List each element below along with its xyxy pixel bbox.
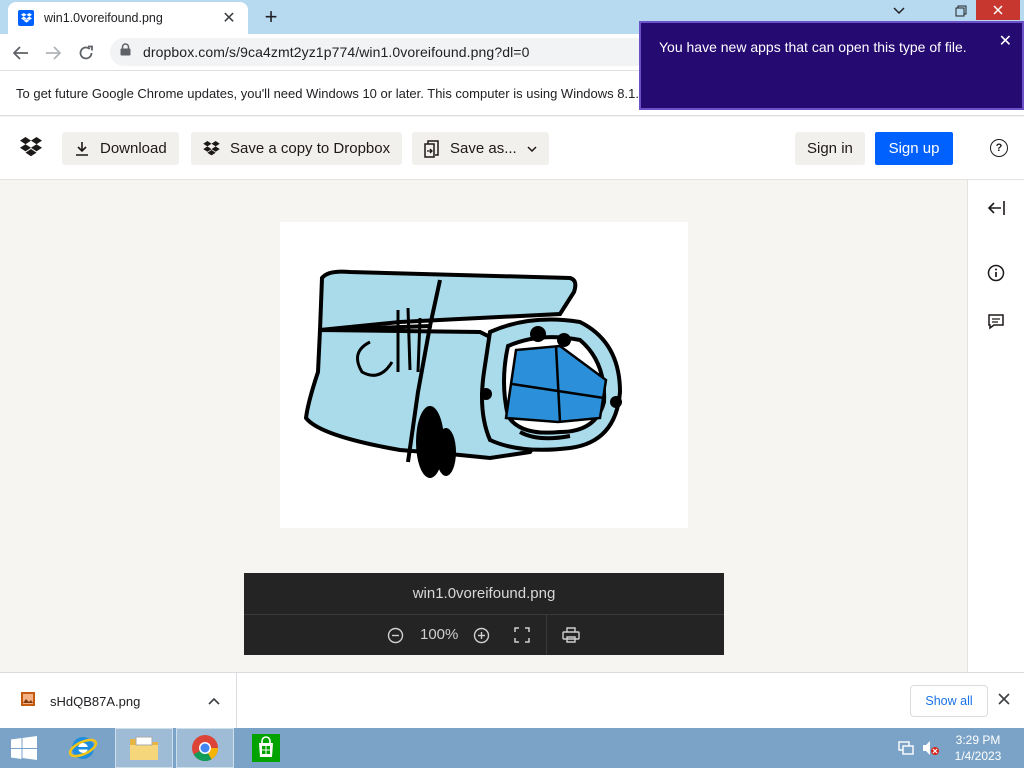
url-text[interactable]: dropbox.com/s/9ca4zmt2yz1p774/win1.0vore…: [143, 44, 529, 60]
right-rail: [967, 180, 1024, 672]
controls-divider: [546, 615, 547, 655]
windows-logo-icon: [11, 736, 37, 760]
dropbox-favicon-icon: [18, 10, 34, 26]
save-as-dropdown[interactable]: Save as...: [412, 132, 549, 165]
file-name: win1.0voreifound.png: [244, 573, 724, 615]
dropbox-header: Download Save a copy to Dropbox Save as.…: [0, 117, 1024, 180]
address-bar[interactable]: dropbox.com/s/9ca4zmt2yz1p774/win1.0vore…: [110, 38, 650, 66]
chevron-up-icon[interactable]: [208, 692, 220, 710]
save-copy-button[interactable]: Save a copy to Dropbox: [191, 132, 403, 165]
zoom-in-icon[interactable]: [473, 627, 490, 649]
clock-date: 1/4/2023: [954, 749, 1002, 763]
chevron-down-icon[interactable]: [884, 0, 914, 22]
file-info-bar: win1.0voreifound.png 100%: [244, 573, 724, 655]
show-all-label: Show all: [925, 694, 973, 708]
sign-in-button[interactable]: Sign in: [795, 132, 865, 165]
reload-icon[interactable]: [73, 40, 99, 66]
restore-window-icon[interactable]: [946, 0, 976, 22]
chevron-down-icon: [527, 145, 537, 152]
file-explorer-icon[interactable]: [115, 728, 173, 768]
zoom-level: 100%: [420, 626, 459, 643]
sign-up-button[interactable]: Sign up: [875, 132, 953, 165]
chrome-icon[interactable]: [176, 728, 234, 768]
back-icon[interactable]: [8, 40, 34, 66]
save-as-icon: [424, 139, 440, 158]
infobar-message: To get future Google Chrome updates, you…: [16, 85, 639, 101]
file-preview-area: win1.0voreifound.png 100%: [0, 180, 968, 672]
start-button[interactable]: [0, 728, 48, 768]
system-clock[interactable]: 3:29 PM 1/4/2023: [948, 732, 1008, 764]
dropbox-logo-icon[interactable]: [20, 137, 42, 162]
close-window-button[interactable]: [976, 0, 1020, 20]
save-as-label: Save as...: [450, 140, 517, 157]
tab-title: win1.0voreifound.png: [44, 11, 163, 25]
zoom-out-icon[interactable]: [387, 627, 404, 649]
download-item[interactable]: sHdQB87A.png: [0, 673, 237, 729]
lock-icon[interactable]: [120, 43, 131, 61]
dropbox-icon: [203, 141, 220, 156]
internet-explorer-icon[interactable]: [54, 728, 112, 768]
show-all-button[interactable]: Show all: [910, 685, 988, 717]
notification-message: You have new apps that can open this typ…: [659, 39, 967, 55]
print-icon[interactable]: [562, 627, 580, 648]
tab-close-icon[interactable]: ✕: [220, 8, 238, 28]
comment-icon[interactable]: [986, 311, 1006, 331]
close-shelf-icon[interactable]: [998, 692, 1010, 710]
drawing-image: [303, 269, 623, 478]
network-icon[interactable]: [898, 740, 914, 761]
save-copy-label: Save a copy to Dropbox: [230, 140, 391, 157]
image-file-icon: [20, 691, 36, 712]
new-tab-button[interactable]: +: [258, 4, 284, 30]
forward-icon[interactable]: [40, 40, 66, 66]
image-preview[interactable]: [280, 222, 688, 528]
volume-muted-icon[interactable]: [922, 740, 940, 761]
store-icon[interactable]: [237, 728, 295, 768]
download-file-name: sHdQB87A.png: [50, 693, 141, 709]
clock-time: 3:29 PM: [955, 733, 1001, 747]
download-icon: [74, 141, 90, 157]
sign-up-label: Sign up: [888, 140, 940, 157]
notification-close-icon[interactable]: ✕: [999, 31, 1012, 51]
collapse-panel-icon[interactable]: [986, 198, 1006, 218]
help-icon[interactable]: ?: [990, 139, 1008, 157]
viewer-controls: 100%: [244, 615, 724, 655]
new-apps-notification[interactable]: You have new apps that can open this typ…: [639, 21, 1024, 110]
info-icon[interactable]: [986, 263, 1006, 283]
fullscreen-icon[interactable]: [514, 627, 530, 648]
download-shelf: sHdQB87A.png Show all: [0, 672, 1024, 729]
download-label: Download: [100, 140, 167, 157]
sign-in-label: Sign in: [807, 140, 853, 157]
browser-tab[interactable]: win1.0voreifound.png ✕: [8, 2, 248, 34]
download-button[interactable]: Download: [62, 132, 179, 165]
windows-taskbar: 3:29 PM 1/4/2023: [0, 728, 1024, 768]
